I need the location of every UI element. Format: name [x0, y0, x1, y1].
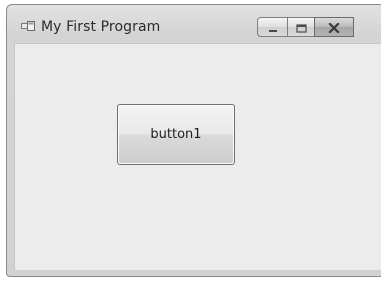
- app-form-icon[interactable]: [21, 21, 35, 33]
- caption-buttons: [257, 17, 354, 39]
- maximize-button[interactable]: [287, 17, 315, 37]
- window-title: My First Program: [41, 19, 161, 35]
- title-bar[interactable]: My First Program: [7, 5, 381, 43]
- app-window: My First Program button1: [6, 4, 381, 277]
- minimize-button[interactable]: [257, 17, 288, 37]
- button1[interactable]: button1: [117, 104, 235, 165]
- form-client-area: button1: [14, 43, 381, 270]
- minimize-icon: [268, 18, 278, 37]
- close-icon: [328, 18, 340, 37]
- maximize-icon: [295, 18, 307, 37]
- close-button[interactable]: [314, 17, 354, 37]
